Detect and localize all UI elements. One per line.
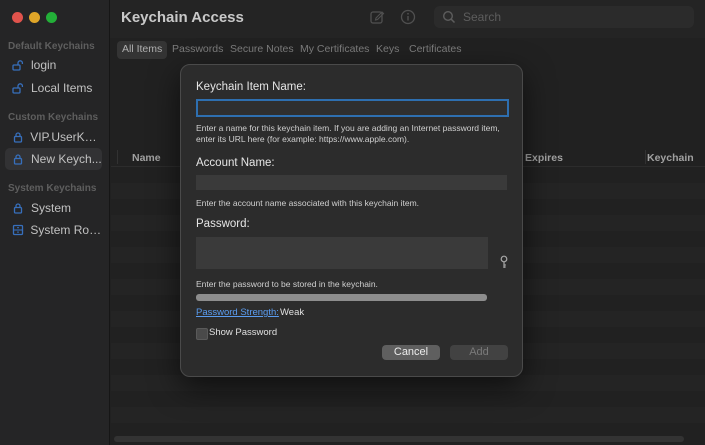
new-password-item-dialog: Keychain Item Name: Enter a name for thi… — [180, 64, 523, 377]
item-name-input[interactable] — [196, 99, 509, 117]
cancel-button[interactable]: Cancel — [382, 345, 440, 360]
password-label: Password: — [196, 218, 250, 230]
account-name-help: Enter the account name associated with t… — [196, 198, 420, 208]
show-password-label[interactable]: Show Password — [209, 327, 277, 338]
show-password-checkbox[interactable] — [196, 328, 208, 340]
item-name-help: Enter a name for this keychain item. If … — [196, 123, 500, 144]
account-name-label: Account Name: — [196, 157, 275, 169]
add-button[interactable]: Add — [450, 345, 508, 360]
password-help: Enter the password to be stored in the k… — [196, 279, 378, 289]
keychain-access-window: Default Keychains login Local Items Cust… — [0, 0, 705, 445]
password-strength-bar — [196, 294, 487, 301]
item-name-label: Keychain Item Name: — [196, 81, 306, 93]
password-strength-value: Weak — [280, 307, 305, 318]
password-strength-link[interactable]: Password Strength: — [196, 307, 279, 318]
account-name-input[interactable] — [196, 175, 507, 190]
key-icon[interactable] — [499, 255, 509, 269]
password-input[interactable] — [196, 237, 488, 269]
